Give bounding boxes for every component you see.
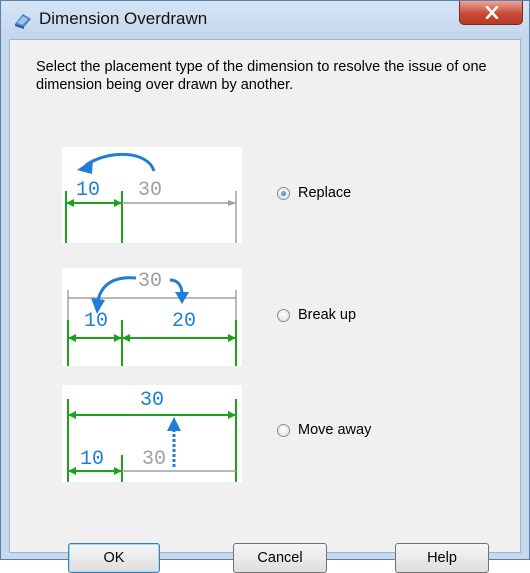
window-title: Dimension Overdrawn <box>39 9 208 28</box>
dimension-app-icon <box>15 14 31 29</box>
break-up-arrow-right <box>169 278 184 295</box>
option-move-away[interactable]: Move away <box>277 420 371 440</box>
break-up-large-value: 30 <box>138 270 162 293</box>
break-up-left-value: 10 <box>84 310 108 333</box>
close-icon <box>485 6 499 19</box>
replace-label: Replace <box>298 185 352 201</box>
move-away-top-value: 30 <box>140 389 164 412</box>
option-replace[interactable]: Replace <box>277 183 351 203</box>
title-bar[interactable]: Dimension Overdrawn <box>1 1 529 39</box>
option-break-up[interactable]: Break up <box>277 305 356 325</box>
help-button[interactable]: Help <box>395 543 489 573</box>
break-up-illustration: 30 10 20 <box>62 268 242 366</box>
break-up-label: Break up <box>298 307 357 323</box>
ok-button[interactable]: OK <box>68 543 160 573</box>
move-away-large-value: 30 <box>142 448 166 471</box>
replace-small-value: 10 <box>76 179 100 202</box>
break-up-right-value: 20 <box>172 310 196 333</box>
replace-arrow-curve <box>85 152 156 172</box>
replace-radio[interactable] <box>277 186 290 200</box>
break-up-arrow-left <box>96 276 137 301</box>
move-away-radio[interactable] <box>277 423 290 437</box>
move-away-illustration: 30 10 30 <box>62 385 242 482</box>
dialog-body: Select the placement type of the dimensi… <box>9 39 521 573</box>
close-button[interactable] <box>459 1 523 25</box>
replace-illustration: 10 30 <box>62 147 242 243</box>
break-up-radio[interactable] <box>277 308 290 322</box>
replace-large-value: 30 <box>138 179 162 202</box>
move-away-label: Move away <box>298 422 372 438</box>
replace-arrow-head <box>77 159 93 174</box>
dialog-window: Dimension Overdrawn Select the placement… <box>0 0 530 573</box>
cancel-button[interactable]: Cancel <box>233 543 327 573</box>
instruction-text: Select the placement type of the dimensi… <box>36 59 487 93</box>
move-away-small-value: 10 <box>80 448 104 471</box>
